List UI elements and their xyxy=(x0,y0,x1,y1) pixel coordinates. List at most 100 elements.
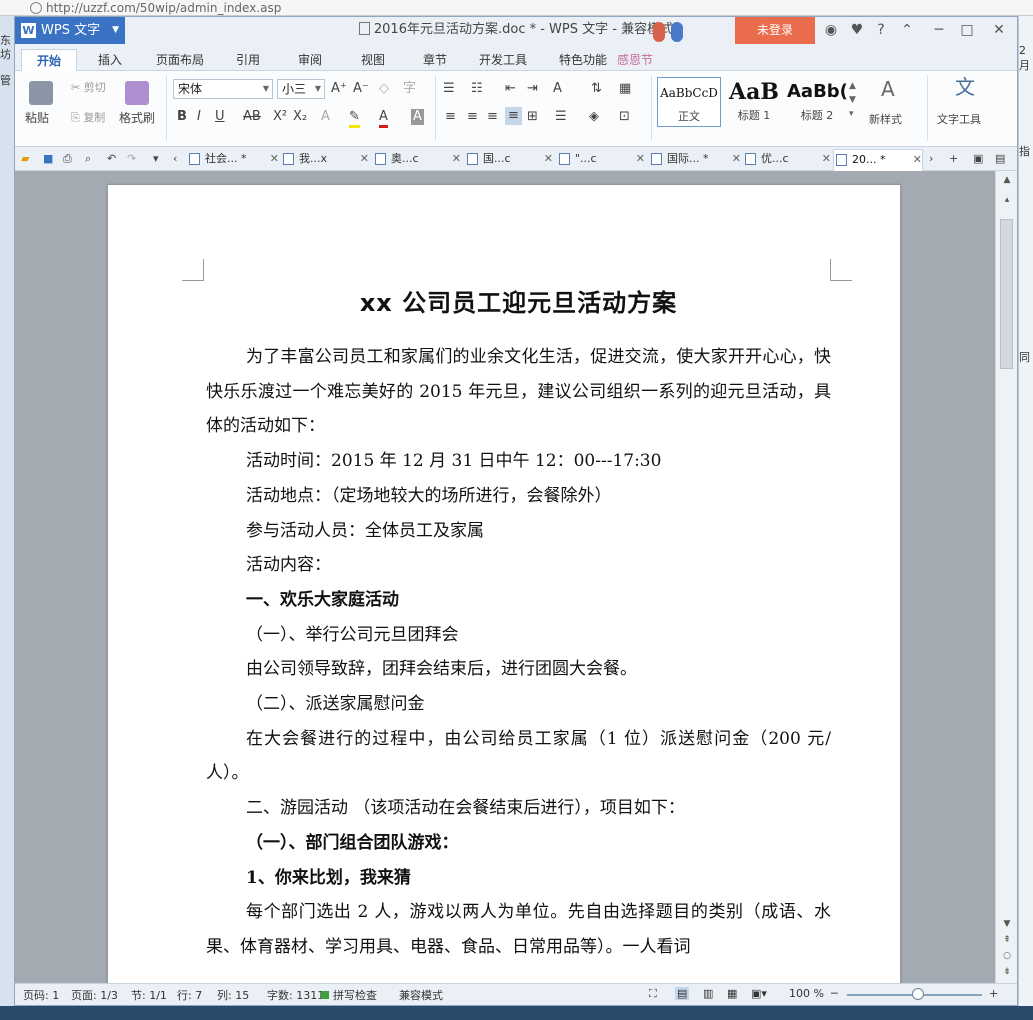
tab-home[interactable]: 开始 xyxy=(21,49,77,71)
wps-menu-button[interactable]: W WPS 文字 ▼ xyxy=(15,17,125,44)
style-heading1[interactable]: AaB 标题 1 xyxy=(723,77,785,127)
close-icon[interactable]: ✕ xyxy=(360,149,369,169)
text-tools-button[interactable]: 文字工具 xyxy=(937,111,981,127)
more-dropdown-icon[interactable]: ▾ xyxy=(153,152,159,165)
border-icon[interactable]: ⊡ xyxy=(619,109,630,125)
close-icon[interactable]: ✕ xyxy=(822,149,831,169)
char-shading-icon[interactable]: A xyxy=(411,109,424,125)
tab-insert[interactable]: 插入 xyxy=(85,49,135,71)
browser-url[interactable]: http://uzzf.com/50wip/admin_index.asp xyxy=(46,0,281,16)
tab-developer[interactable]: 开发工具 xyxy=(470,49,536,71)
cut-button[interactable]: ✂ 剪切 xyxy=(71,79,106,95)
clear-format-icon[interactable]: ◇ xyxy=(379,81,389,97)
line-spacing-icon[interactable]: ☰ xyxy=(555,109,567,125)
font-size-adjust-icon[interactable]: A xyxy=(553,81,562,97)
align-center-icon[interactable]: ≡ xyxy=(467,109,478,125)
redo-icon[interactable]: ↷ xyxy=(127,152,136,165)
prev-page-icon[interactable]: ⇞ xyxy=(1000,935,1014,947)
tab-view[interactable]: 视图 xyxy=(348,49,398,71)
style-gallery-scroll[interactable]: ▲ ▼ ▾ xyxy=(849,79,856,121)
tab-festival[interactable]: 感恩节 xyxy=(610,49,660,71)
doc-tab[interactable]: 奥...c ✕ xyxy=(373,149,461,171)
close-icon[interactable]: ✕ xyxy=(732,149,741,169)
scroll-up-arrow[interactable]: ▴ xyxy=(1000,195,1014,207)
reading-view-icon[interactable]: ▦ xyxy=(727,987,737,1000)
zoom-in-icon[interactable]: + xyxy=(989,987,998,1000)
new-style-button[interactable]: 新样式 xyxy=(869,111,902,127)
zoom-slider-knob[interactable] xyxy=(912,988,924,1000)
tab-chapter[interactable]: 章节 xyxy=(410,49,460,71)
numbered-list-icon[interactable]: ☷ xyxy=(471,81,483,97)
bullet-list-icon[interactable]: ☰ xyxy=(443,81,455,97)
highlight-icon[interactable]: ✎ xyxy=(349,109,360,128)
grow-font-icon[interactable]: A⁺ xyxy=(331,81,347,97)
tab-references[interactable]: 引用 xyxy=(223,49,273,71)
web-view-icon[interactable]: ▣▾ xyxy=(751,987,767,1000)
copy-button[interactable]: ⎘ 复制 xyxy=(71,109,105,125)
style-normal[interactable]: AaBbCcD 正文 xyxy=(657,77,721,127)
zoom-level[interactable]: 100 % xyxy=(789,987,824,1000)
doc-tab[interactable]: 我...x ✕ xyxy=(281,149,369,171)
doc-tab[interactable]: 社会... * ✕ xyxy=(187,149,279,171)
close-icon[interactable]: ✕ xyxy=(913,150,922,170)
align-left-icon[interactable]: ≡ xyxy=(445,109,456,125)
open-icon[interactable]: ▰ xyxy=(21,152,29,165)
scrollbar-thumb[interactable] xyxy=(1000,219,1013,369)
align-right-icon[interactable]: ≡ xyxy=(487,109,498,125)
scroll-down-icon[interactable]: ▼ xyxy=(1000,919,1014,931)
font-name-select[interactable]: 宋体 ▼ xyxy=(173,79,273,99)
new-tab-icon[interactable]: + xyxy=(949,152,958,165)
decrease-indent-icon[interactable]: ⇤ xyxy=(505,81,516,97)
increase-indent-icon[interactable]: ⇥ xyxy=(527,81,538,97)
tab-features[interactable]: 特色功能 xyxy=(550,49,616,71)
login-button[interactable]: 未登录 xyxy=(735,17,815,44)
page-view-icon[interactable]: ▤ xyxy=(675,987,690,1000)
help-icon[interactable]: ? xyxy=(867,17,895,44)
font-size-select[interactable]: 小三 ▼ xyxy=(277,79,325,99)
tab-page-layout[interactable]: 页面布局 xyxy=(147,49,213,71)
tab-scroll-right-icon[interactable]: › xyxy=(929,152,933,165)
shrink-font-icon[interactable]: A⁻ xyxy=(353,81,369,97)
doc-tab[interactable]: 国际... * ✕ xyxy=(649,149,741,171)
align-justify-icon[interactable]: ≡ xyxy=(505,107,522,125)
maximize-icon[interactable]: □ xyxy=(953,17,981,44)
tab-menu-icon[interactable]: ▤ xyxy=(995,152,1005,165)
format-painter-icon[interactable] xyxy=(125,81,149,105)
tab-list-icon[interactable]: ▣ xyxy=(973,152,983,165)
format-painter-button[interactable]: 格式刷 xyxy=(119,109,155,126)
save-icon[interactable]: ■ xyxy=(43,152,53,165)
zoom-out-icon[interactable]: ─ xyxy=(831,987,838,1000)
style-heading2[interactable]: AaBb( 标题 2 xyxy=(787,77,847,127)
subscript-icon[interactable]: X₂ xyxy=(293,109,307,125)
bold-icon[interactable]: B xyxy=(177,109,187,125)
sort-icon[interactable]: ⇅ xyxy=(591,81,602,97)
close-icon[interactable]: ✕ xyxy=(270,149,279,169)
tab-scroll-left-icon[interactable]: ‹ xyxy=(173,152,177,165)
doc-tab[interactable]: 优...c ✕ xyxy=(743,149,831,171)
vertical-scrollbar[interactable]: ▲ ▴ ▼ ⇞ ○ ⇟ xyxy=(995,171,1017,983)
skin-icon[interactable]: ◉ xyxy=(817,17,845,44)
outline-view-icon[interactable]: ▥ xyxy=(703,987,713,1000)
superscript-icon[interactable]: X² xyxy=(273,109,287,125)
next-page-icon[interactable]: ⇟ xyxy=(1000,967,1014,979)
close-icon[interactable]: ✕ xyxy=(452,149,461,169)
close-icon[interactable]: ✕ xyxy=(985,17,1013,44)
spell-check-button[interactable]: 拼写检查 xyxy=(333,987,377,1003)
print-icon[interactable]: ⎙ xyxy=(63,152,72,166)
doc-tab[interactable]: 国...c ✕ xyxy=(465,149,553,171)
select-browse-icon[interactable]: ○ xyxy=(1000,951,1014,963)
status-word-count[interactable]: 字数: 1311 xyxy=(267,987,324,1003)
minimize-icon[interactable]: ─ xyxy=(925,17,953,44)
distribute-icon[interactable]: ⊞ xyxy=(527,109,538,125)
doc-tab[interactable]: "...c ✕ xyxy=(557,149,645,171)
close-icon[interactable]: ✕ xyxy=(544,149,553,169)
phonetic-icon[interactable]: 字 xyxy=(403,81,416,97)
italic-icon[interactable]: I xyxy=(197,109,201,125)
undo-icon[interactable]: ↶ xyxy=(107,152,116,165)
scroll-up-icon[interactable]: ▲ xyxy=(1000,175,1014,187)
font-color-icon[interactable]: A xyxy=(379,109,388,128)
text-effect-icon[interactable]: A xyxy=(321,109,330,125)
document-body[interactable]: xx 公司员工迎元旦活动方案 为了丰富公司员工和家属们的业余文化生活，促进交流，… xyxy=(206,283,831,965)
collapse-ribbon-icon[interactable]: ⌃ xyxy=(893,17,921,44)
fullscreen-icon[interactable]: ⛶ xyxy=(649,987,657,1001)
